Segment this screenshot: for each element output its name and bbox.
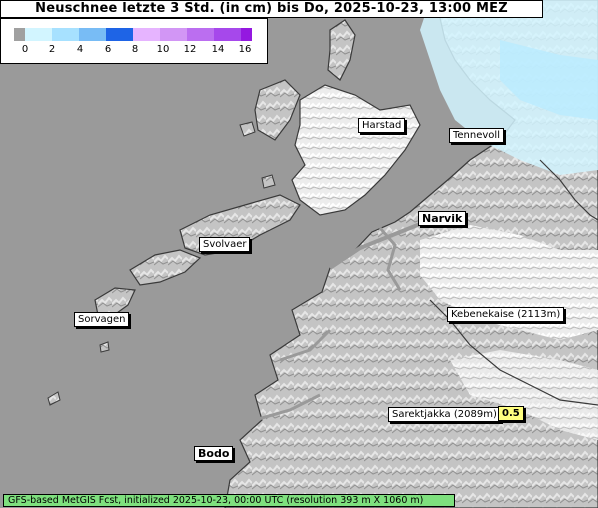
legend-swatch (14, 28, 25, 41)
legend-swatch (214, 28, 241, 41)
place-label-sarektjakka: Sarektjakka (2089m) (388, 407, 503, 424)
place-label-narvik: Narvik (418, 211, 469, 228)
legend-swatch (187, 28, 214, 41)
place-label-svolvaer: Svolvaer (199, 237, 253, 254)
place-marker (128, 326, 132, 329)
place-name: Narvik (422, 212, 463, 225)
legend-tick: 0 (21, 44, 29, 55)
legend-swatch (106, 28, 133, 41)
legend-swatch (79, 28, 106, 41)
place-name: Sorvagen (78, 314, 126, 325)
legend-ticks: 0 2 4 6 8 10 12 14 16 (1, 44, 269, 58)
legend-swatch (25, 28, 52, 41)
place-name: Svolvaer (203, 239, 247, 250)
legend-tick: 6 (104, 44, 112, 55)
place-name: Kebenekaise (2113m) (451, 309, 561, 320)
place-name: Tennevoll (453, 130, 500, 141)
place-name: Sarektjakka (2089m) (392, 409, 497, 420)
place-label-tennevoll: Tennevoll (449, 128, 506, 145)
island-small-2 (261, 174, 276, 189)
legend-tick: 2 (48, 44, 56, 55)
legend-tick: 4 (76, 44, 84, 55)
place-label-sorvagen: Sorvagen (74, 312, 132, 329)
legend-tick: 16 (238, 44, 252, 55)
place-marker (563, 321, 567, 324)
place-marker (499, 421, 503, 424)
legend-swatch (160, 28, 187, 41)
legend-tick: 14 (211, 44, 225, 55)
legend: 0 2 4 6 8 10 12 14 16 (0, 18, 268, 64)
place-name: Bodo (198, 447, 230, 460)
place-marker (232, 460, 236, 463)
place-marker (465, 225, 469, 228)
legend-tick: 8 (131, 44, 139, 55)
legend-tick: 10 (156, 44, 170, 55)
legend-swatch (241, 28, 252, 41)
terrain-layer (0, 0, 598, 508)
place-label-bodo: Bodo (194, 446, 236, 463)
map-title: Neuschnee letzte 3 Std. (in cm) bis Do, … (0, 0, 543, 18)
place-label-kebenekaise: Kebenekaise (2113m) (447, 307, 567, 324)
snow-map: Neuschnee letzte 3 Std. (in cm) bis Do, … (0, 0, 598, 508)
legend-swatch (133, 28, 160, 41)
place-marker (249, 251, 253, 254)
place-label-harstad: Harstad (358, 118, 408, 135)
place-marker (502, 142, 506, 145)
legend-swatch (52, 28, 79, 41)
legend-color-bar (14, 28, 252, 41)
place-name: Harstad (362, 120, 402, 131)
place-marker (404, 132, 408, 135)
legend-tick: 12 (183, 44, 197, 55)
model-info-footer: GFS-based MetGIS Fcst, initialized 2025-… (3, 494, 455, 507)
snowfall-value-badge: 0.5 (498, 406, 524, 421)
